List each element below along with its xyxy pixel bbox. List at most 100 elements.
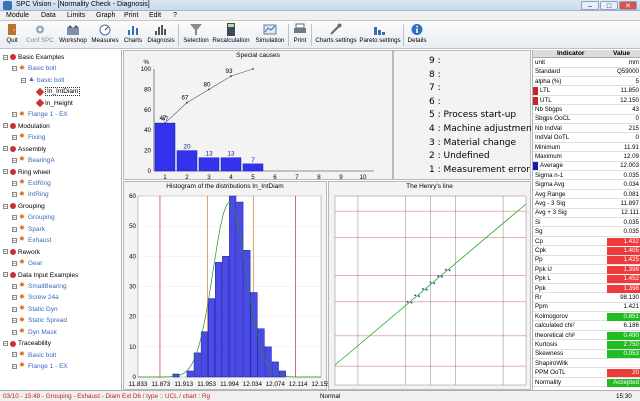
pareto-icon [374, 27, 385, 35]
tree-expander[interactable]: − [12, 363, 17, 369]
tree-expander[interactable]: − [12, 306, 17, 312]
tree-item[interactable]: − ✸ Gear [12, 259, 43, 268]
indicator-row: Skewness 0.053 [533, 350, 640, 359]
tree-expander[interactable]: − [12, 237, 17, 243]
pareto-bar [220, 157, 242, 172]
tree-expander[interactable]: − [12, 192, 17, 198]
measures-button[interactable]: Measures [91, 23, 119, 48]
tree-expander[interactable]: − [3, 249, 8, 255]
tree-expander[interactable]: − [12, 329, 17, 335]
tree-expander[interactable]: − [12, 352, 17, 358]
tree-expander[interactable]: − [12, 260, 17, 266]
tree-item[interactable]: − ✸ Basic bolt [12, 351, 56, 360]
tree-item[interactable]: − Traceability [3, 340, 51, 348]
tree-item[interactable]: − Assembly [3, 146, 46, 154]
tree-item[interactable]: − Rework [3, 249, 40, 257]
menu-limits[interactable]: Limits [67, 12, 85, 19]
tree-item[interactable]: − ✸ ExtRing [12, 179, 51, 188]
conf-spc-button[interactable]: Conf SPC [26, 23, 54, 48]
menu-help[interactable]: ? [173, 12, 177, 19]
tree-item[interactable]: − ✸ Basic bolt [12, 65, 56, 73]
x-tick-label: 6 [273, 174, 277, 181]
indicator-value: 1.425 [623, 256, 639, 264]
menu-graph[interactable]: Graph [96, 12, 115, 19]
tree-item-label: Gear [28, 260, 43, 268]
histogram-bar [222, 256, 230, 378]
tree-item[interactable]: − ✸ Exhaust [12, 236, 52, 245]
details-button[interactable]: Details [406, 23, 428, 48]
tree-item[interactable]: − ▲ basic bolt [21, 76, 64, 85]
indicator-row: Kolmogorov 0.851 [533, 312, 640, 322]
tree-expander[interactable]: − [12, 215, 17, 221]
tree-expander[interactable]: − [12, 295, 17, 301]
tree-expander[interactable]: − [3, 146, 8, 152]
indicator-value: 1.405 [623, 247, 639, 254]
tree-item[interactable]: − ✸ Flange 1 - EX [12, 111, 68, 119]
indicator-row: calculated chi² 6.186 [533, 322, 640, 331]
simulation-button[interactable]: Simulation [254, 23, 286, 48]
tree-expander[interactable]: − [12, 180, 17, 186]
charts-button[interactable]: Charts [122, 23, 144, 48]
tree-item[interactable]: − ✸ Fixing [12, 133, 45, 142]
tree-expander[interactable]: − [21, 77, 26, 83]
maximize-button[interactable]: □ [600, 1, 618, 10]
tree-expander[interactable]: − [3, 203, 8, 209]
project-tree[interactable]: − Basic Examples − ✸ Basic bolt − ▲ basic bolt I… [0, 50, 122, 390]
menu-print[interactable]: Print [124, 12, 138, 19]
tree-item[interactable]: − Grouping [3, 203, 45, 211]
tree-expander[interactable]: − [3, 169, 8, 175]
tree-expander[interactable]: − [12, 66, 17, 72]
tree-item[interactable]: − ✸ Spark [12, 225, 45, 234]
printer-icon [294, 23, 306, 33]
pareto-settings-button[interactable]: Pareto settings [358, 23, 402, 48]
charts-settings-button[interactable]: Charts settings [314, 23, 358, 48]
tree-item[interactable]: − Data Input Examples [3, 272, 78, 280]
tree-item[interactable]: − ✸ SmallBearing [12, 282, 67, 291]
tree-item[interactable]: − Modulation [3, 123, 50, 131]
menu-module[interactable]: Module [6, 12, 29, 19]
tree-item[interactable]: − ✸ Static Spread [12, 317, 67, 325]
diagnosis-button[interactable]: Diagnosis [147, 23, 175, 48]
tree-item[interactable]: In_Height [30, 98, 73, 108]
minimize-button[interactable]: – [581, 1, 599, 10]
indicator-value: 0.035 [623, 171, 639, 179]
tree-expander[interactable]: − [12, 226, 17, 232]
tree-expander[interactable]: − [3, 341, 8, 347]
selection-button[interactable]: Selection [182, 23, 210, 48]
tree-item[interactable]: − ✸ Screw 24a [12, 294, 59, 302]
tree-expander[interactable]: − [12, 318, 17, 324]
henry-point [437, 275, 439, 277]
workshop-button[interactable]: Workshop [58, 23, 88, 48]
menu-data[interactable]: Data [41, 12, 56, 19]
tree-expander[interactable]: − [12, 157, 17, 163]
tree-item[interactable]: − ✸ BearingA [12, 156, 55, 165]
indicator-row: Avg + 3 Sig 12.111 [533, 209, 640, 218]
tree-expander[interactable]: − [3, 272, 8, 278]
tree-item[interactable]: − Basic Examples [3, 54, 64, 62]
tree-item[interactable]: − Ring wheel [3, 169, 50, 177]
quit-button[interactable]: Quit [4, 23, 20, 48]
tree-expander[interactable]: − [12, 283, 17, 289]
window-title: SPC Vision - [Normality Check - Diagnosi… [16, 1, 150, 8]
recalculation-button[interactable]: Recalculation [212, 23, 250, 48]
star-icon: ✸ [19, 236, 25, 244]
tree-expander[interactable]: − [12, 112, 17, 118]
menu-edit[interactable]: Edit [149, 12, 161, 19]
indicator-value: 215 [628, 124, 639, 132]
tree-item[interactable]: − ✸ IntRing [12, 191, 49, 199]
bar-value-label: 13 [205, 151, 213, 158]
print-button[interactable]: Print [291, 23, 309, 48]
tree-item[interactable]: − ✸ Flange 1 - EX [12, 362, 68, 371]
tree-item[interactable]: − ✸ Static Dyn [12, 305, 58, 314]
tree-expander[interactable]: − [12, 134, 17, 140]
bar-value-label: 20 [183, 144, 191, 151]
tree-item[interactable]: − ✸ Dyn Mask [12, 328, 57, 337]
tree-item[interactable]: − ✸ Grouping [12, 214, 55, 222]
tree-expander[interactable]: − [3, 54, 8, 60]
indicator-row: Minimum 11.91 [533, 144, 640, 153]
tree-item[interactable]: In_IntDiam [30, 87, 81, 97]
star-icon: ✸ [19, 259, 25, 267]
special-causes-plot: 020406080100%47120213313475 6 7 8 9 104767809… [141, 59, 374, 181]
tree-expander[interactable]: − [3, 123, 8, 129]
close-button[interactable]: ✕ [619, 1, 637, 10]
